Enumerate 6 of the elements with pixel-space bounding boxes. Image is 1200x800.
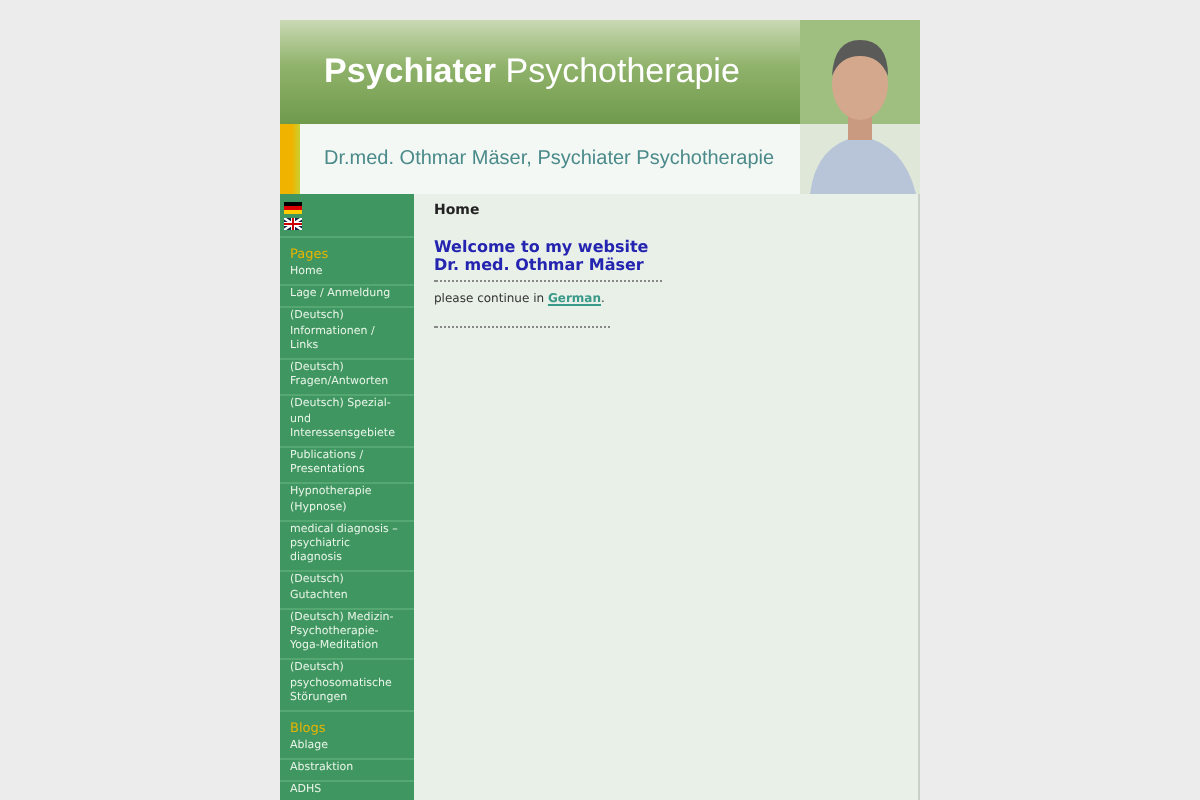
german-flag-icon[interactable] [284, 202, 302, 214]
site-title: Psychiater Psychotherapie [324, 52, 740, 92]
page-heading: Welcome to my website Dr. med. Othmar Mäser [434, 238, 651, 274]
site-subtitle: Dr.med. Othmar Mäser, Psychiater Psychotherapie [324, 148, 775, 170]
accent-stripe [280, 124, 300, 194]
british-flag-icon[interactable] [284, 218, 302, 230]
